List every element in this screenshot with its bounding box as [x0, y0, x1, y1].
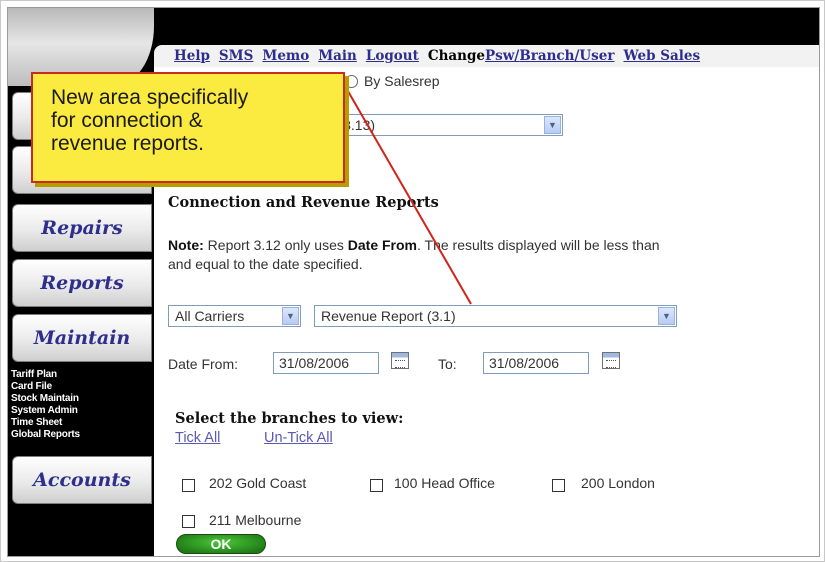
nav-button-maintain-label: Maintain	[33, 327, 131, 349]
note-line-2: and equal to the date specified.	[168, 256, 363, 272]
nav-button-repairs-label: Repairs	[41, 217, 123, 239]
nav-link-main[interactable]: Main	[318, 48, 357, 64]
nav-button-repairs[interactable]: Repairs	[12, 204, 152, 252]
ok-button-label: OK	[210, 536, 232, 552]
nav-link-user[interactable]: User	[579, 48, 614, 64]
radio-by-salesrep-label: By Salesrep	[364, 73, 440, 89]
nav-change-label: Change	[427, 48, 485, 64]
calendar-icon[interactable]	[391, 352, 409, 369]
nav-change-group: ChangePsw/Branch/User	[428, 47, 615, 65]
branch-checkbox-head-office[interactable]	[370, 479, 383, 492]
submenu-item-system-admin[interactable]: System Admin	[11, 405, 80, 417]
date-to-label: To:	[438, 356, 457, 372]
date-from-label: Date From:	[168, 356, 239, 372]
nav-button-accounts-label: Accounts	[33, 469, 131, 491]
date-from-input[interactable]: 31/08/2006	[273, 352, 379, 374]
chevron-down-icon: ▼	[544, 116, 561, 134]
nav-link-psw[interactable]: Psw	[485, 48, 514, 64]
note-text-2: . The results displayed will be less tha…	[417, 237, 660, 253]
submenu-item-global-reports[interactable]: Global Reports	[11, 429, 80, 441]
nav-link-web-sales[interactable]: Web Sales	[623, 48, 700, 64]
top-nav-links: Help SMS Memo Main Logout ChangePsw/Bran…	[154, 45, 819, 67]
submenu-item-time-sheet[interactable]: Time Sheet	[11, 417, 80, 429]
branch-label-head-office: 100 Head Office	[394, 475, 495, 491]
nav-link-memo[interactable]: Memo	[262, 48, 309, 64]
nav-link-branch[interactable]: Branch	[519, 48, 574, 64]
callout-line-2: for connection &	[51, 109, 203, 132]
report-type-select-value: Revenue Report (3.1)	[321, 308, 456, 324]
branch-checkbox-melbourne[interactable]	[182, 515, 195, 528]
nav-link-sms[interactable]: SMS	[219, 48, 253, 64]
date-to-input[interactable]: 31/08/2006	[483, 352, 589, 374]
maintain-submenu: Tariff Plan Card File Stock Maintain Sys…	[11, 369, 80, 441]
nav-button-maintain[interactable]: Maintain	[12, 314, 152, 362]
chevron-down-icon: ▼	[658, 307, 675, 325]
note-text-1: Report 3.12 only uses	[203, 237, 348, 253]
nav-button-reports[interactable]: Reports	[12, 259, 152, 307]
submenu-item-card-file[interactable]: Card File	[11, 381, 80, 393]
callout-box: New area specifically for connection & r…	[31, 72, 345, 183]
radio-by-salesrep[interactable]	[345, 75, 358, 88]
branch-checkbox-london[interactable]	[552, 479, 565, 492]
carrier-select-value: All Carriers	[175, 308, 245, 324]
branch-label-melbourne: 211 Melbourne	[209, 512, 302, 528]
chevron-down-icon: ▼	[282, 307, 299, 325]
submenu-item-tariff-plan[interactable]: Tariff Plan	[11, 369, 80, 381]
submenu-item-stock-maintain[interactable]: Stock Maintain	[11, 393, 80, 405]
branches-title: Select the branches to view:	[175, 410, 404, 427]
note-label: Note:	[168, 237, 204, 253]
note-bold: Date From	[347, 237, 417, 253]
nav-link-logout[interactable]: Logout	[366, 48, 419, 64]
branch-label-london: 200 London	[581, 475, 655, 491]
calendar-icon[interactable]	[602, 352, 620, 369]
carrier-select[interactable]: All Carriers ▼	[168, 305, 301, 327]
branch-label-gold-coast: 202 Gold Coast	[209, 475, 307, 491]
tick-all-link[interactable]: Tick All	[175, 430, 220, 446]
branch-checkbox-gold-coast[interactable]	[182, 479, 195, 492]
report-select-top[interactable]: rt (3.13) ▼	[319, 114, 563, 136]
callout-line-1: New area specifically	[51, 86, 249, 109]
untick-all-link[interactable]: Un-Tick All	[264, 430, 333, 446]
ok-button[interactable]: OK	[176, 534, 266, 554]
section-heading: Connection and Revenue Reports	[168, 194, 439, 211]
report-type-select[interactable]: Revenue Report (3.1) ▼	[314, 305, 677, 327]
nav-link-help[interactable]: Help	[174, 48, 210, 64]
nav-button-reports-label: Reports	[40, 272, 124, 294]
note-line-1: Note: Report 3.12 only uses Date From. T…	[168, 237, 660, 253]
nav-button-accounts[interactable]: Accounts	[12, 456, 152, 504]
callout-line-3: revenue reports.	[51, 132, 204, 155]
